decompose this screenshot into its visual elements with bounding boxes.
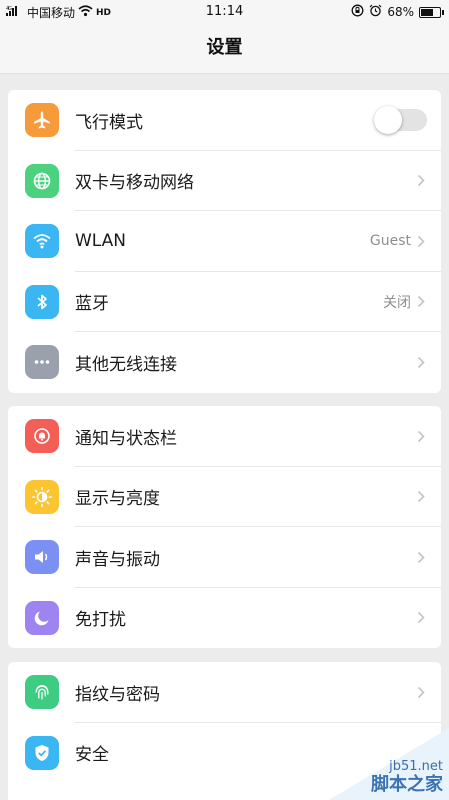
fingerprint-icon xyxy=(25,675,59,710)
chevron-right-icon xyxy=(414,234,428,248)
status-bar: 4G 中国移动 HD 11:14 68% xyxy=(0,0,449,24)
chevron-right-icon xyxy=(414,355,428,369)
wlan-label: WLAN xyxy=(75,231,127,252)
security-label: 安全 xyxy=(75,745,109,766)
speaker-icon xyxy=(25,540,59,575)
toggle-knob xyxy=(374,106,402,135)
sound-label: 声音与振动 xyxy=(75,549,160,570)
settings-row-display[interactable]: 显示与亮度 xyxy=(8,467,441,527)
fingerprint-label: 指纹与密码 xyxy=(75,684,160,705)
globe-icon xyxy=(25,163,59,198)
chevron-right-icon xyxy=(414,685,428,699)
airplane-mode-label: 飞行模式 xyxy=(75,112,143,133)
battery-percent: 68% xyxy=(387,5,414,19)
settings-row-other-wireless[interactable]: 其他无线连接 xyxy=(8,332,441,393)
rotation-lock-icon xyxy=(351,4,364,20)
chevron-right-icon xyxy=(414,490,428,504)
airplane-icon xyxy=(25,103,59,138)
airplane-mode-toggle[interactable] xyxy=(374,106,427,135)
bluetooth-value: 关闭 xyxy=(383,294,411,311)
wlan-value: Guest xyxy=(369,233,411,250)
settings-row-airplane-mode[interactable]: 飞行模式 xyxy=(8,90,441,151)
settings-row-sound[interactable]: 声音与振动 xyxy=(8,527,441,588)
bell-icon xyxy=(25,419,59,454)
watermark-text: 脚本之家 xyxy=(371,774,443,795)
more-dots-icon xyxy=(25,345,59,380)
other-wireless-label: 其他无线连接 xyxy=(75,354,177,375)
battery-icon xyxy=(419,6,444,18)
settings-row-notification[interactable]: 通知与状态栏 xyxy=(8,406,441,467)
chevron-right-icon xyxy=(414,611,428,625)
chevron-right-icon xyxy=(414,429,428,443)
settings-group-display-sound: 通知与状态栏 显示与亮度 声音与振动 免打扰 xyxy=(8,406,441,648)
moon-icon xyxy=(25,600,59,635)
settings-row-do-not-disturb[interactable]: 免打扰 xyxy=(8,588,441,649)
chevron-right-icon xyxy=(414,550,428,564)
bluetooth-icon xyxy=(25,284,59,319)
settings-row-fingerprint[interactable]: 指纹与密码 xyxy=(8,662,441,723)
shield-icon xyxy=(25,735,59,770)
settings-row-dual-sim[interactable]: 双卡与移动网络 xyxy=(8,151,441,211)
settings-row-bluetooth[interactable]: 蓝牙 关闭 xyxy=(8,272,441,332)
alarm-icon xyxy=(369,4,382,20)
settings-group-connectivity: 飞行模式 双卡与移动网络 WLAN Guest 蓝牙 关闭 其他无线连接 xyxy=(8,90,441,393)
notification-label: 通知与状态栏 xyxy=(75,428,177,449)
settings-row-wlan[interactable]: WLAN Guest xyxy=(8,211,441,272)
display-label: 显示与亮度 xyxy=(75,489,160,510)
wifi-icon xyxy=(25,224,59,259)
bluetooth-label: 蓝牙 xyxy=(75,294,109,315)
brightness-icon xyxy=(25,479,59,514)
dual-sim-label: 双卡与移动网络 xyxy=(75,173,194,194)
chevron-right-icon xyxy=(414,174,428,188)
site-watermark: jb51.net 脚本之家 xyxy=(329,728,449,800)
do-not-disturb-label: 免打扰 xyxy=(75,610,126,631)
page-title: 设置 xyxy=(0,24,449,74)
chevron-right-icon xyxy=(414,295,428,309)
